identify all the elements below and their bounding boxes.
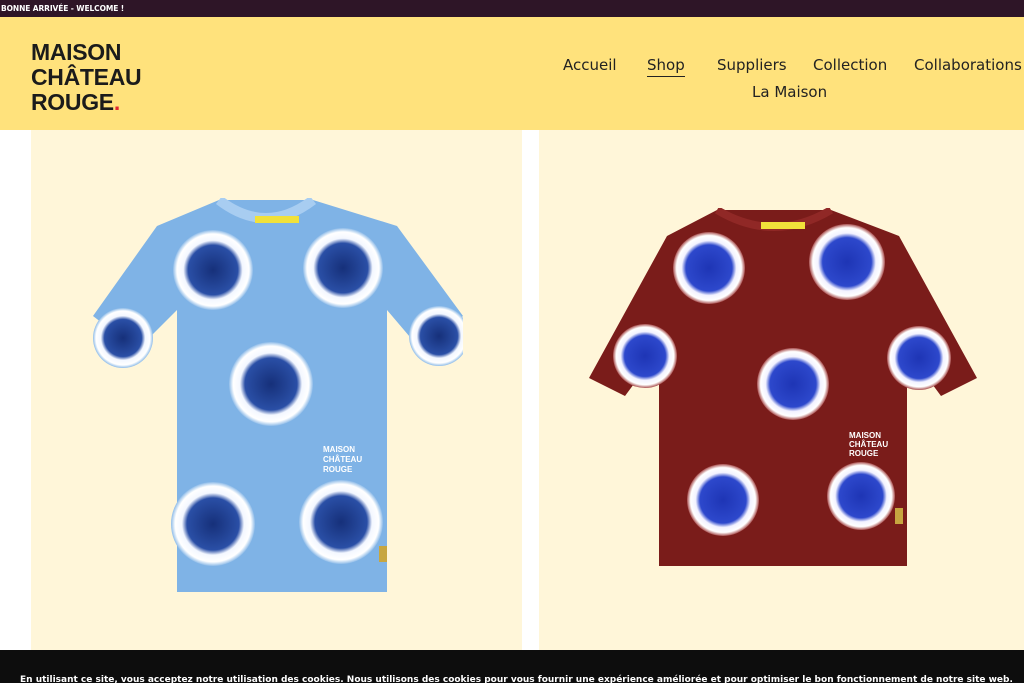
- announcement-text: BONNE ARRIVÉE - WELCOME !: [1, 4, 125, 13]
- nav-accueil[interactable]: Accueil: [563, 56, 617, 74]
- logo-line-3: ROUGE: [31, 89, 114, 115]
- logo-line-2: CHÂTEAU: [31, 64, 142, 90]
- brand-print-line-1-b: MAISON: [849, 431, 881, 440]
- site-logo[interactable]: MAISON CHÂTEAU ROUGE.: [31, 39, 142, 115]
- nav-la-maison[interactable]: La Maison: [752, 83, 827, 101]
- product-card-maroon[interactable]: MAISON CHÂTEAU ROUGE: [539, 130, 1024, 650]
- announcement-bar: BONNE ARRIVÉE - WELCOME !: [0, 0, 1024, 17]
- nav-shop[interactable]: Shop: [647, 56, 685, 77]
- brand-print-line-1: MAISON: [323, 445, 355, 454]
- brand-print-line-3: ROUGE: [323, 465, 353, 474]
- cookie-text: En utilisant ce site, vous acceptez notr…: [20, 675, 1013, 683]
- brand-print-line-2-b: CHÂTEAU: [849, 440, 888, 449]
- cookie-banner: En utilisant ce site, vous acceptez notr…: [0, 650, 1024, 683]
- product-image-maroon-tshirt: MAISON CHÂTEAU ROUGE: [589, 208, 977, 566]
- label-tag: [255, 216, 299, 223]
- product-card-blue[interactable]: MAISON CHÂTEAU ROUGE: [31, 130, 522, 650]
- product-image-blue-tshirt: MAISON CHÂTEAU ROUGE: [93, 198, 463, 592]
- brand-print-line-2: CHÂTEAU: [323, 455, 362, 464]
- logo-line-1: MAISON: [31, 39, 122, 65]
- logo-red-dot: .: [113, 89, 120, 115]
- brand-print-line-3-b: ROUGE: [849, 449, 879, 458]
- nav-collaborations[interactable]: Collaborations: [914, 56, 1022, 74]
- label-tag-2: [761, 222, 805, 229]
- site-header: MAISON CHÂTEAU ROUGE. Accueil Shop Suppl…: [0, 17, 1024, 130]
- nav-suppliers[interactable]: Suppliers: [717, 56, 787, 74]
- nav-collection[interactable]: Collection: [813, 56, 887, 74]
